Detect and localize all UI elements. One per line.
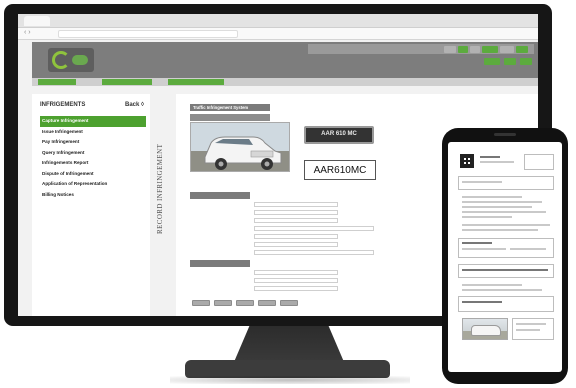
plate-photo-text: AAR 610 MC [321,131,357,137]
smartphone [442,128,568,384]
document-section [458,296,554,312]
sidebar-item-issue-infringement[interactable]: Issue Infringement [40,127,146,138]
header-button[interactable] [470,45,480,53]
document-text-line [462,248,506,250]
plate-crop: AAR610MC [304,160,376,180]
document-text-line [462,201,542,203]
city-logo-icon [48,48,94,72]
plate-number-text: AAR610MC [313,165,367,176]
app-header [32,42,538,78]
sidebar-item-application-of-representation[interactable]: Application of Representation [40,179,146,190]
sidebar-back-button[interactable]: Back ◊ [125,102,144,108]
document-text-line [462,269,548,271]
form-field[interactable] [254,218,338,223]
sidebar-title: INFRIGEMENTS [40,102,86,108]
action-button[interactable] [236,300,254,306]
header-button[interactable] [458,45,468,53]
form-field[interactable] [254,202,338,207]
header-button[interactable] [500,45,514,53]
phone-speaker [494,133,516,136]
document-text-line [480,161,514,163]
phone-screen [448,142,562,372]
header-button[interactable] [520,58,532,65]
browser-tab[interactable] [24,16,50,26]
menu-item[interactable] [38,79,76,85]
document-text-line [462,301,502,303]
photo-section-bar [190,114,270,121]
document-section [458,176,554,190]
form-field[interactable] [254,286,338,291]
menu-item[interactable] [168,79,224,85]
qr-code-icon [460,154,474,168]
monitor-shadow [170,376,410,384]
document-text-line [462,229,538,231]
document-text-line [462,284,522,286]
document-text-line [462,196,522,198]
vehicle-image [191,123,289,171]
form-field[interactable] [254,226,374,231]
action-button[interactable] [214,300,232,306]
form-field[interactable] [254,250,374,255]
browser-address-bar: ‹ › [18,28,538,40]
url-input[interactable] [58,30,238,38]
header-action-panel [308,44,534,54]
form-field[interactable] [254,234,338,239]
document-text-line [462,289,542,291]
document-section [458,264,554,278]
action-button[interactable] [192,300,210,306]
vehicle-thumbnail [462,318,508,340]
header-button[interactable] [482,45,498,53]
document-text-line [462,211,546,213]
menubar [32,78,538,86]
menu-item[interactable] [102,79,152,85]
sidebar-item-pay-infringement[interactable]: Pay Infringement [40,137,146,148]
action-button[interactable] [258,300,276,306]
document-text-line [462,242,492,244]
section-title: Traffic Infringement System [190,104,270,111]
form-field[interactable] [254,242,338,247]
form-field[interactable] [254,270,338,275]
monitor-stand-neck [234,326,344,362]
form-field[interactable] [254,210,338,215]
document-text-line [462,206,532,208]
sidebar-menu: Capture Infringement Issue Infringement … [40,116,146,200]
sidebar-item-billing-notices[interactable]: Billing Notices [40,190,146,201]
sidebar-item-infringements-report[interactable]: Infringements Report [40,158,146,169]
form-field[interactable] [254,278,338,283]
document-text-line [516,323,546,325]
plate-photo: AAR 610 MC [304,126,374,144]
document-text-line [480,156,500,158]
sidebar-header: INFRIGEMENTS Back ◊ [40,102,144,112]
document-text-line [516,329,540,331]
action-button[interactable] [280,300,298,306]
document-info-box [524,154,554,170]
header-button[interactable] [444,45,456,53]
sidebar-item-query-infringement[interactable]: Query Infringement [40,148,146,159]
sidebar: INFRIGEMENTS Back ◊ Capture Infringement… [32,94,150,316]
offence-section-bar [190,192,250,199]
browser-tab-strip [18,14,538,28]
record-infringement-label: RECORD INFRINGEMENT [156,143,164,234]
sidebar-item-dispute-of-infringement[interactable]: Dispute of Infringement [40,169,146,180]
document-text-line [510,248,546,250]
document-text-line [462,181,502,183]
header-button[interactable] [516,45,528,53]
sidebar-item-capture-infringement[interactable]: Capture Infringement [40,116,146,127]
header-button[interactable] [484,58,500,65]
vehicle-photo[interactable] [190,122,290,172]
back-forward-icon[interactable]: ‹ › [24,29,31,36]
document-text-line [462,216,512,218]
document-text-line [462,224,550,226]
header-button[interactable] [504,58,516,65]
vehicle-section-bar [190,260,250,267]
